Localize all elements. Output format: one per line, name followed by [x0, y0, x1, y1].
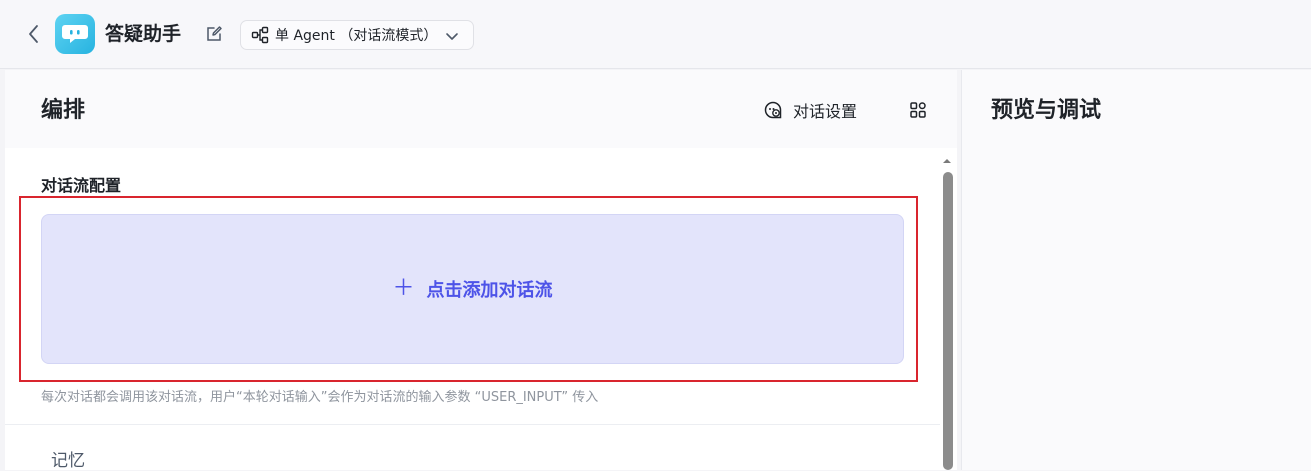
- edit-icon: [207, 26, 222, 41]
- dialog-settings-button[interactable]: 对话设置: [763, 98, 857, 122]
- chevron-down-icon: [446, 33, 458, 40]
- scroll-up-arrow-icon[interactable]: [941, 156, 953, 166]
- orchestration-panel: 编排 对话设置 对话流配置 ＋ 点击添加对话流 每次对话都会调用该对话流，用户“…: [5, 70, 957, 471]
- workflow-icon: [251, 26, 269, 44]
- chat-settings-icon: [764, 101, 782, 119]
- orchestration-header: 编排 对话设置: [5, 70, 957, 148]
- app-logo: [55, 14, 95, 54]
- chat-bubble-logo-icon: [62, 25, 88, 43]
- plus-icon: ＋: [392, 276, 415, 301]
- chevron-left-icon: [29, 25, 38, 43]
- add-flow-button[interactable]: ＋ 点击添加对话流: [41, 214, 904, 364]
- preview-title: 预览与调试: [991, 98, 1102, 123]
- app-title: 答疑助手: [105, 23, 182, 45]
- add-flow-label: 点击添加对话流: [426, 280, 553, 301]
- flow-hint: 每次对话都会调用该对话流，用户“本轮对话输入”会作为对话流的输入参数 “USER…: [41, 390, 599, 405]
- section-divider: [5, 424, 940, 425]
- orchestration-title: 编排: [41, 98, 86, 123]
- scrollbar-thumb[interactable]: [943, 172, 953, 470]
- back-button[interactable]: [24, 22, 44, 46]
- dialog-settings-label: 对话设置: [793, 102, 858, 121]
- memory-section-title[interactable]: 记忆: [51, 446, 85, 471]
- top-bar: 答疑助手 单 Agent （对话流模式）: [0, 0, 1311, 69]
- mode-select[interactable]: 单 Agent （对话流模式）: [240, 20, 474, 50]
- mode-label: 单 Agent （对话流模式）: [275, 28, 438, 44]
- flow-config-title: 对话流配置: [41, 176, 122, 195]
- preview-panel: 预览与调试: [961, 70, 1311, 470]
- grid-icon: [910, 102, 926, 118]
- layout-toggle-button[interactable]: [908, 100, 928, 120]
- edit-title-button[interactable]: [205, 25, 223, 43]
